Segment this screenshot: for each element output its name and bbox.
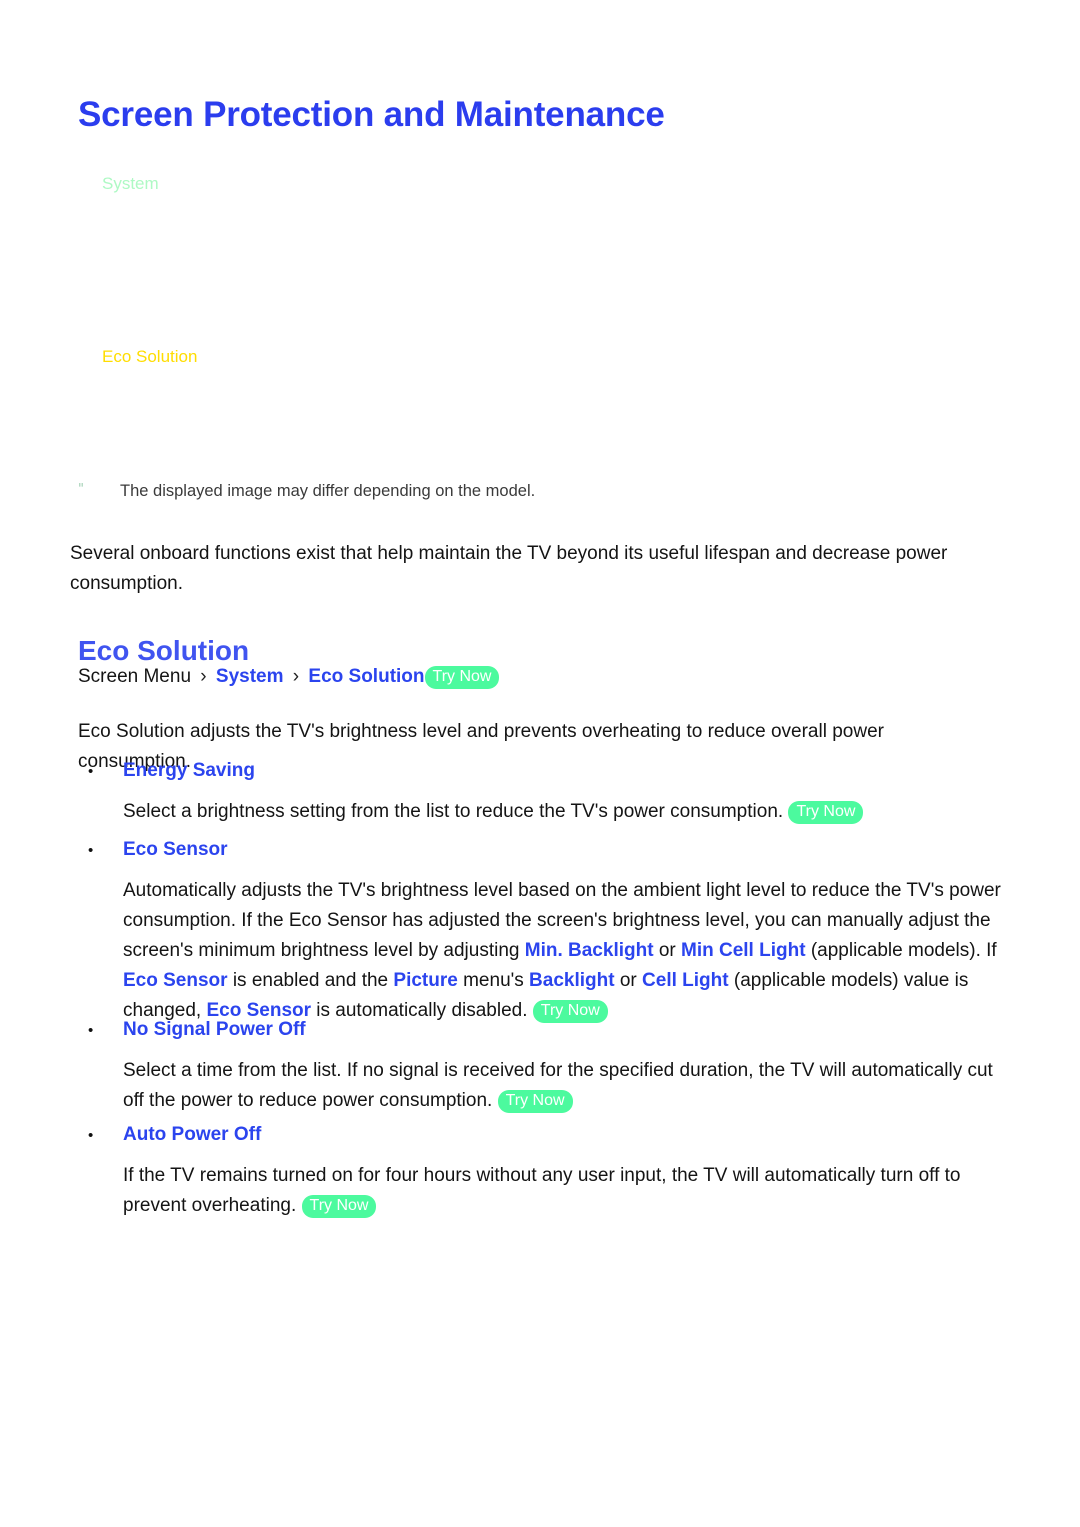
breadcrumb-item-eco-solution[interactable]: Eco Solution bbox=[308, 666, 424, 687]
mock-label-eco-solution: Eco Solution bbox=[102, 347, 198, 366]
bullet-no-signal-power-off: • No Signal Power Off Select a time from… bbox=[88, 1017, 1018, 1116]
bullet-label: Auto Power Off bbox=[123, 1124, 262, 1145]
note-marker-icon: " bbox=[78, 482, 84, 497]
try-now-badge[interactable]: Try Now bbox=[301, 1195, 377, 1218]
document-page: Screen Protection and Maintenance System… bbox=[0, 0, 1080, 1527]
try-now-badge[interactable]: Try Now bbox=[497, 1090, 573, 1113]
bullet-energy-saving: • Energy Saving Select a brightness sett… bbox=[88, 758, 1018, 827]
section-heading-eco-solution: Eco Solution bbox=[78, 635, 250, 667]
bullet-body-text: is enabled and the bbox=[227, 970, 394, 991]
bullet-label: Energy Saving bbox=[123, 760, 255, 781]
bullet-body: Select a time from the list. If no signa… bbox=[123, 1056, 1018, 1116]
breadcrumb-root: Screen Menu bbox=[78, 666, 192, 687]
bullet-label: Eco Sensor bbox=[123, 839, 228, 860]
bullet-body-text: If the TV remains turned on for four hou… bbox=[123, 1165, 961, 1216]
bullet-heading-row: • Eco Sensor bbox=[88, 837, 1018, 864]
note-text: The displayed image may differ depending… bbox=[120, 482, 536, 500]
bullet-body-text: (applicable models). If bbox=[805, 940, 997, 961]
bullet-dot-icon: • bbox=[88, 842, 94, 859]
inline-term-min-cell-light: Min Cell Light bbox=[681, 940, 806, 961]
breadcrumb-separator-icon: › bbox=[200, 666, 207, 687]
bullet-body-text: menu's bbox=[457, 970, 530, 991]
bullet-heading-row: • No Signal Power Off bbox=[88, 1017, 1018, 1044]
breadcrumb-item-system[interactable]: System bbox=[216, 666, 284, 687]
bullet-dot-icon: • bbox=[88, 1127, 94, 1144]
inline-term-min-backlight: Min. Backlight bbox=[524, 940, 654, 961]
bullet-heading-row: • Energy Saving bbox=[88, 758, 1018, 785]
bullet-dot-icon: • bbox=[88, 763, 94, 780]
try-now-badge[interactable]: Try Now bbox=[788, 801, 864, 824]
bullet-body: Select a brightness setting from the lis… bbox=[123, 797, 1018, 827]
intro-paragraph: Several onboard functions exist that hel… bbox=[70, 543, 948, 594]
bullet-body: Automatically adjusts the TV's brightnes… bbox=[123, 876, 1018, 1026]
mock-label-system: System bbox=[102, 174, 159, 193]
bullet-heading-row: • Auto Power Off bbox=[88, 1122, 1018, 1149]
try-now-badge[interactable]: Try Now bbox=[424, 666, 500, 689]
bullet-eco-sensor: • Eco Sensor Automatically adjusts the T… bbox=[88, 837, 1018, 1026]
bullet-body: If the TV remains turned on for four hou… bbox=[123, 1161, 1018, 1221]
image-note: " The displayed image may differ dependi… bbox=[78, 481, 535, 501]
bullet-body-text: or bbox=[614, 970, 643, 991]
breadcrumb: Screen Menu › System › Eco Solution Try N… bbox=[78, 664, 500, 690]
inline-term-cell-light: Cell Light bbox=[642, 970, 729, 991]
bullet-dot-icon: • bbox=[88, 1022, 94, 1039]
bullet-body-text: or bbox=[653, 940, 681, 961]
inline-term-picture: Picture bbox=[393, 970, 458, 991]
bullet-label: No Signal Power Off bbox=[123, 1019, 306, 1040]
bullet-body-text: Select a brightness setting from the lis… bbox=[123, 801, 784, 822]
inline-term-backlight: Backlight bbox=[529, 970, 615, 991]
bullet-auto-power-off: • Auto Power Off If the TV remains turne… bbox=[88, 1122, 1018, 1221]
inline-term-eco-sensor: Eco Sensor bbox=[123, 970, 228, 991]
breadcrumb-separator-icon: › bbox=[292, 666, 300, 687]
tv-menu-mock-image: System Eco Solution bbox=[78, 150, 978, 450]
page-title: Screen Protection and Maintenance bbox=[78, 95, 665, 135]
